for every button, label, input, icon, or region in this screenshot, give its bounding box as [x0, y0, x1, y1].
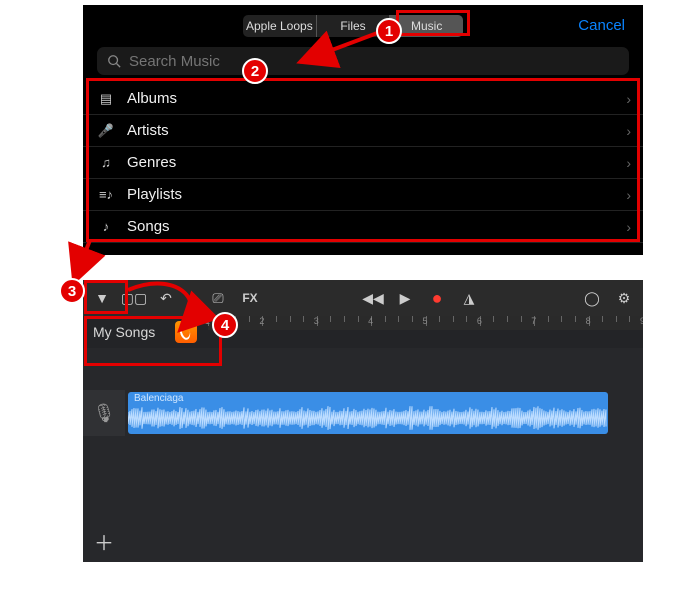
step-badge-1: 1: [376, 18, 402, 44]
browse-label: Albums: [117, 90, 626, 107]
playlist-icon: ≡♪: [95, 187, 117, 202]
browse-row-albums[interactable]: ▤ Albums ›: [83, 83, 643, 115]
browse-label: Playlists: [117, 186, 626, 203]
browse-row-artists[interactable]: 🎤 Artists ›: [83, 115, 643, 147]
timeline-ruler[interactable]: 123456789: [208, 316, 643, 330]
chevron-right-icon: ›: [626, 123, 631, 139]
genre-icon: ♫: [95, 155, 117, 170]
step-badge-3: 3: [59, 278, 85, 304]
fx-button[interactable]: FX: [237, 285, 263, 311]
browse-label: Artists: [117, 122, 626, 139]
step-badge-4: 4: [212, 312, 238, 338]
add-track-button[interactable]: ＋: [91, 528, 117, 554]
waveform-icon: [128, 404, 608, 432]
track-header[interactable]: 🎙: [83, 390, 125, 436]
record-button[interactable]: ●: [424, 285, 450, 311]
editor-toolbar: ▼ ▢▢ ↶ ⎚ FX ◀◀ ▶ ● ◮ ◯ ⚙: [83, 280, 643, 316]
browse-label: Songs: [117, 218, 626, 235]
step-badge-2: 2: [242, 58, 268, 84]
browse-label: Genres: [117, 154, 626, 171]
play-button[interactable]: ▶: [392, 285, 418, 311]
song-icon: ♪: [95, 219, 117, 234]
go-to-start-button[interactable]: ◀◀: [360, 285, 386, 311]
search-field[interactable]: [97, 47, 629, 75]
music-browser-panel: Apple Loops Files Music Cancel ▤ Albums …: [83, 5, 643, 255]
tracks-view-button[interactable]: ▼: [89, 285, 115, 311]
tracks-editor-panel: ▼ ▢▢ ↶ ⎚ FX ◀◀ ▶ ● ◮ ◯ ⚙ 123456789 My So…: [83, 280, 643, 562]
chevron-right-icon: ›: [626, 187, 631, 203]
chevron-right-icon: ›: [626, 91, 631, 107]
browse-row-playlists[interactable]: ≡♪ Playlists ›: [83, 179, 643, 211]
browse-row-genres[interactable]: ♫ Genres ›: [83, 147, 643, 179]
garageband-logo-icon: [175, 321, 197, 343]
tracks-area: 🎙 Balenciaga ＋: [83, 348, 643, 562]
metronome-button[interactable]: ◮: [456, 285, 482, 311]
search-input[interactable]: [129, 53, 619, 70]
cancel-button[interactable]: Cancel: [578, 17, 625, 34]
settings-gear-icon[interactable]: ⚙: [611, 285, 637, 311]
search-icon: [107, 54, 121, 68]
browser-toggle-button[interactable]: ▢▢: [121, 285, 147, 311]
source-segmented-control: Apple Loops Files Music: [243, 15, 463, 37]
audio-region[interactable]: Balenciaga: [128, 392, 608, 434]
browse-list: ▤ Albums › 🎤 Artists › ♫ Genres › ≡♪ Pla…: [83, 83, 643, 243]
tab-apple-loops[interactable]: Apple Loops: [243, 15, 316, 37]
region-title: Balenciaga: [134, 393, 183, 404]
loop-browser-button[interactable]: ◯: [579, 285, 605, 311]
microphone-icon: 🎙: [93, 403, 116, 424]
browse-row-songs[interactable]: ♪ Songs ›: [83, 211, 643, 243]
undo-button[interactable]: ↶: [153, 285, 179, 311]
chevron-right-icon: ›: [626, 219, 631, 235]
album-icon: ▤: [95, 91, 117, 107]
mixer-icon[interactable]: ⎚: [205, 285, 231, 311]
my-songs-button[interactable]: My Songs: [83, 324, 155, 340]
chevron-right-icon: ›: [626, 155, 631, 171]
artist-icon: 🎤: [95, 123, 117, 139]
